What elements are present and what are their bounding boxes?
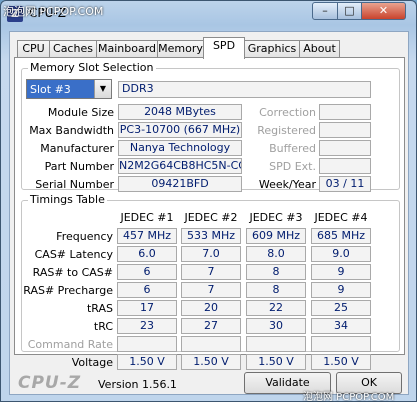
spd-panel: Memory Slot Selection Slot #3 ▼ DDR3 Mod… (14, 57, 405, 370)
part-number-value: N2M2G64CB8HC5N-CG (118, 158, 242, 174)
close-icon: ✕ (378, 4, 389, 17)
timing-cell: 30 (246, 318, 306, 334)
timing-cell (311, 336, 371, 352)
tab-spd[interactable]: SPD (203, 37, 245, 59)
timing-cell: 1.50 V (117, 354, 177, 370)
timing-cell: 609 MHz (246, 228, 306, 244)
timing-cell: 1.50 V (311, 354, 371, 370)
timing-cell: 6.0 (117, 246, 177, 262)
timings-column-header: JEDEC #2 (184, 211, 238, 224)
minimize-icon: – (322, 4, 328, 17)
memory-slot-group: Memory Slot Selection Slot #3 ▼ DDR3 Mod… (21, 61, 400, 192)
serial-number-value: 09421BFD (118, 176, 242, 192)
timing-cell: 9 (311, 282, 371, 298)
timing-cell (181, 336, 241, 352)
timing-row-label: RAS# Precharge (23, 284, 113, 297)
correction-label: Correction (259, 106, 316, 119)
cpuz-window: Z CPU-Z 泡泡网 PCPOP.COM – □ ✕ CPU Caches M… (0, 0, 417, 402)
manufacturer-value: Nanya Technology (118, 140, 242, 156)
timing-cell: 1.50 V (181, 354, 241, 370)
timing-cell: 8 (246, 264, 306, 280)
timing-cell: 23 (117, 318, 177, 334)
correction-value (319, 104, 371, 120)
tab-cpu[interactable]: CPU (17, 40, 50, 58)
timing-cell: 7 (181, 264, 241, 280)
timings-legend: Timings Table (28, 193, 107, 206)
tab-caches[interactable]: Caches (49, 40, 97, 58)
buffered-label: Buffered (269, 142, 316, 155)
window-client: CPU Caches Mainboard Memory SPD Graphics… (9, 31, 409, 395)
timings-column-header: JEDEC #4 (314, 211, 368, 224)
timing-cell: 685 MHz (311, 228, 371, 244)
module-size-value: 2048 MBytes (118, 104, 242, 120)
title-bar[interactable]: Z CPU-Z 泡泡网 PCPOP.COM – □ ✕ (1, 1, 416, 27)
spd-ext-label: SPD Ext. (269, 160, 316, 173)
timing-cell: 8.0 (246, 246, 306, 262)
watermark-top: 泡泡网 PCPOP.COM (3, 5, 104, 18)
memory-type-value: DDR3 (118, 81, 371, 98)
timing-cell: 533 MHz (181, 228, 241, 244)
timing-cell: 8 (246, 282, 306, 298)
timing-cell: 34 (311, 318, 371, 334)
timings-group: Timings Table JEDEC #1 JEDEC #2 JEDEC #3… (21, 193, 400, 370)
timing-row-label: Frequency (56, 230, 113, 243)
maximize-icon: □ (344, 4, 355, 17)
timing-row-label: Voltage (71, 356, 113, 369)
timing-cell: 9.0 (311, 246, 371, 262)
tab-about[interactable]: About (299, 40, 340, 58)
timings-column-header: JEDEC #1 (120, 211, 174, 224)
manufacturer-label: Manufacturer (40, 142, 114, 155)
spd-ext-value (319, 158, 371, 174)
week-year-value: 03 / 11 (319, 176, 371, 192)
timing-cell: 457 MHz (117, 228, 177, 244)
timing-cell: 25 (311, 300, 371, 316)
module-size-label: Module Size (47, 106, 114, 119)
tab-graphics[interactable]: Graphics (244, 40, 300, 58)
timing-row-label: tRAS (86, 302, 113, 315)
timing-row-label: RAS# to CAS# (32, 266, 113, 279)
close-button[interactable]: ✕ (361, 2, 406, 20)
timings-column-header: JEDEC #3 (249, 211, 303, 224)
tab-memory[interactable]: Memory (157, 40, 204, 58)
timing-cell: 27 (181, 318, 241, 334)
timing-cell: 6 (117, 282, 177, 298)
timing-cell: 6 (117, 264, 177, 280)
timing-cell: 17 (117, 300, 177, 316)
timing-row-label: tRC (93, 320, 113, 333)
registered-value (319, 122, 371, 138)
slot-dropdown[interactable]: Slot #3 ▼ (26, 79, 112, 99)
timing-cell (246, 336, 306, 352)
timing-cell: 9 (311, 264, 371, 280)
tab-mainboard[interactable]: Mainboard (96, 40, 158, 58)
version-label: Version 1.56.1 (98, 378, 177, 391)
timing-row-label: CAS# Latency (34, 248, 113, 261)
timing-cell: 22 (246, 300, 306, 316)
timing-row-label: Command Rate (27, 338, 113, 351)
timing-cell: 7 (181, 282, 241, 298)
timing-cell (117, 336, 177, 352)
buffered-value (319, 140, 371, 156)
week-year-label: Week/Year (258, 178, 316, 191)
slot-selected-value: Slot #3 (30, 83, 71, 96)
max-bandwidth-label: Max Bandwidth (29, 124, 114, 137)
timing-cell: 20 (181, 300, 241, 316)
registered-label: Registered (257, 124, 316, 137)
maximize-button[interactable]: □ (337, 2, 362, 20)
cpuz-logo: CPU-Z (18, 373, 82, 393)
chevron-down-icon: ▼ (94, 80, 111, 98)
serial-number-label: Serial Number (35, 178, 114, 191)
timing-cell: 1.50 V (246, 354, 306, 370)
max-bandwidth-value: PC3-10700 (667 MHz) (118, 122, 242, 138)
watermark-bottom: 泡泡网 PCPOP.COM (303, 392, 395, 402)
timing-cell: 7.0 (181, 246, 241, 262)
memory-slot-legend: Memory Slot Selection (28, 61, 156, 74)
minimize-button[interactable]: – (312, 2, 338, 20)
part-number-label: Part Number (44, 160, 114, 173)
